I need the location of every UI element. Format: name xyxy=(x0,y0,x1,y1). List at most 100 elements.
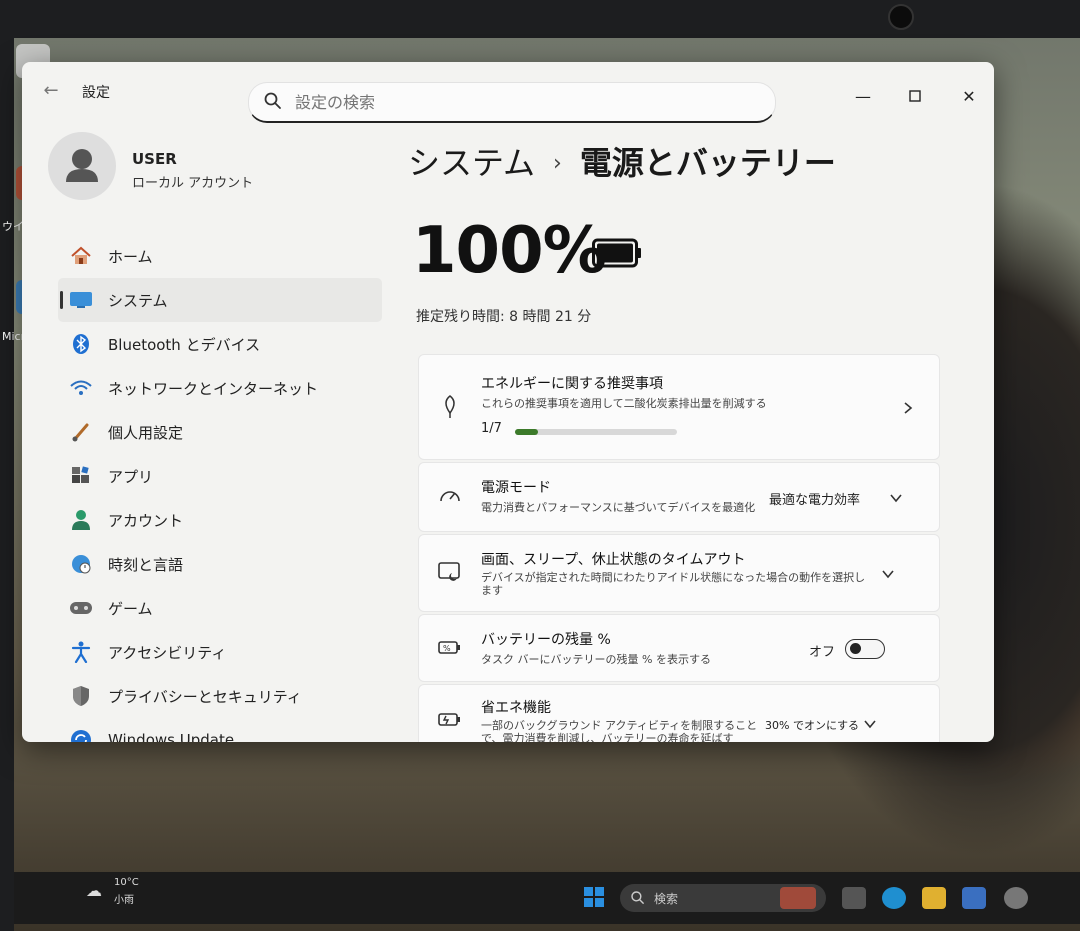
sidebar-item-label: アカウント xyxy=(108,511,184,530)
weather-temperature: 10°C xyxy=(114,877,139,888)
close-button[interactable]: ✕ xyxy=(956,84,982,110)
settings-search[interactable] xyxy=(248,82,776,123)
chevron-down-icon xyxy=(882,570,894,579)
windows-start-icon[interactable] xyxy=(583,886,605,908)
card-title: バッテリーの残量 % xyxy=(481,632,611,648)
sidebar-item-personalization[interactable]: 個人用設定 xyxy=(58,410,382,454)
sidebar-item-home[interactable]: ホーム xyxy=(58,234,382,278)
chevron-down-icon[interactable] xyxy=(863,717,877,731)
page-title: 電源とバッテリー xyxy=(579,144,836,182)
back-button[interactable]: ← xyxy=(40,80,62,102)
close-icon: ✕ xyxy=(962,87,976,106)
webcam xyxy=(888,4,914,30)
globe-clock-icon xyxy=(68,551,94,577)
brush-icon xyxy=(68,419,94,445)
maximize-button[interactable] xyxy=(902,84,928,110)
taskbar-search[interactable]: 検索 xyxy=(620,884,826,912)
power-mode-card: 電源モード 電力消費とパフォーマンスに基づいてデバイスを最適化 最適な電力効率 xyxy=(418,462,940,532)
toggle-knob xyxy=(850,643,861,654)
sidebar-item-time-language[interactable]: 時刻と言語 xyxy=(58,542,382,586)
bluetooth-icon xyxy=(68,331,94,357)
app-title: 設定 xyxy=(82,85,110,101)
sidebar-item-label: アクセシビリティ xyxy=(108,643,227,662)
sidebar-item-label: システム xyxy=(108,291,168,310)
edge-browser-icon[interactable] xyxy=(882,887,906,909)
avatar[interactable] xyxy=(48,132,116,200)
battery-icon xyxy=(592,238,641,268)
leaf-icon xyxy=(445,395,455,418)
chevron-right-icon xyxy=(904,402,913,414)
battery-percent-icon: % xyxy=(438,641,460,654)
sidebar-item-label: Bluetooth とデバイス xyxy=(108,335,261,354)
maximize-icon xyxy=(909,90,921,102)
sidebar-item-label: Windows Update xyxy=(108,731,235,742)
search-icon xyxy=(264,92,281,109)
sidebar-item-apps[interactable]: アプリ xyxy=(58,454,382,498)
sidebar-item-label: ネットワークとインターネット xyxy=(108,379,319,398)
card-title: エネルギーに関する推奨事項 xyxy=(481,376,663,392)
screen-bezel-top xyxy=(0,0,1080,38)
arrow-left-icon: ← xyxy=(43,80,59,101)
minimize-icon: — xyxy=(855,87,871,106)
shield-icon xyxy=(68,683,94,709)
energy-saver-card: 省エネ機能 一部のバックグラウンド アクティビティを制限することで、電力消費を削… xyxy=(418,684,940,742)
breadcrumb-parent[interactable]: システム xyxy=(408,144,535,182)
task-view-icon[interactable] xyxy=(842,887,866,909)
energy-saver-select[interactable]: 30% でオンにする xyxy=(765,717,859,733)
breadcrumb-separator: › xyxy=(553,151,562,176)
sidebar-item-label: 個人用設定 xyxy=(108,423,184,442)
energy-saver-icon xyxy=(438,713,460,726)
sidebar-item-label: アプリ xyxy=(108,467,154,486)
weather-condition: 小雨 xyxy=(114,895,134,906)
cloud-rain-icon: ☁ xyxy=(86,881,102,900)
card-title: 電源モード xyxy=(481,480,551,496)
battery-percentage: 100% xyxy=(412,214,607,288)
toggle-state-label: オフ xyxy=(809,645,836,660)
search-icon xyxy=(631,891,645,905)
minimize-button[interactable]: — xyxy=(850,84,876,110)
sidebar-item-system[interactable]: システム xyxy=(58,278,382,322)
sidebar-item-label: ホーム xyxy=(108,247,153,266)
screen-sleep-timeout-card[interactable]: 画面、スリープ、休止状態のタイムアウト デバイスが指定された時間にわたりアイドル… xyxy=(418,534,940,612)
battery-fill xyxy=(597,243,633,263)
home-icon xyxy=(68,243,94,269)
user-account-type: ローカル アカウント xyxy=(132,176,254,191)
card-title: 画面、スリープ、休止状態のタイムアウト xyxy=(481,552,746,568)
progress-label: 1/7 xyxy=(481,421,502,436)
user-icon xyxy=(66,149,98,182)
sidebar-item-gaming[interactable]: ゲーム xyxy=(58,586,382,630)
sidebar-item-accounts[interactable]: アカウント xyxy=(58,498,382,542)
search-highlight-icon xyxy=(780,887,816,909)
user-name: USER xyxy=(132,150,177,168)
sidebar-item-network[interactable]: ネットワークとインターネット xyxy=(58,366,382,410)
sidebar-item-accessibility[interactable]: アクセシビリティ xyxy=(58,630,382,674)
sidebar-item-label: ゲーム xyxy=(108,599,153,618)
person-icon xyxy=(68,507,94,533)
battery-percentage-toggle[interactable] xyxy=(845,639,885,659)
card-subtitle: これらの推奨事項を適用して二酸化炭素排出量を削減する xyxy=(481,397,767,410)
apps-icon xyxy=(68,463,94,489)
settings-gear-icon[interactable] xyxy=(1004,887,1028,909)
sidebar-item-privacy[interactable]: プライバシーとセキュリティ xyxy=(58,674,382,718)
screen-moon-icon xyxy=(438,562,460,581)
wifi-icon xyxy=(68,375,94,401)
gauge-icon xyxy=(440,491,460,502)
power-mode-select[interactable]: 最適な電力効率 xyxy=(769,489,860,508)
energy-recommendations-card[interactable]: エネルギーに関する推奨事項 これらの推奨事項を適用して二酸化炭素排出量を削減する… xyxy=(418,354,940,460)
search-input[interactable] xyxy=(293,89,757,115)
chevron-down-icon[interactable] xyxy=(889,491,903,505)
progress-fill xyxy=(515,429,538,435)
sidebar-item-windows-update[interactable]: Windows Update xyxy=(58,718,382,742)
settings-window: ← 設定 — ✕ USER ローカル アカウント ホーム xyxy=(22,62,994,742)
screen-bezel-left xyxy=(0,0,14,931)
gamepad-icon xyxy=(68,595,94,621)
monitor-icon xyxy=(68,287,94,313)
accessibility-icon xyxy=(68,639,94,665)
sidebar-item-bluetooth[interactable]: Bluetooth とデバイス xyxy=(58,322,382,366)
file-explorer-icon[interactable] xyxy=(922,887,946,909)
store-icon[interactable] xyxy=(962,887,986,909)
breadcrumb: システム › 電源とバッテリー xyxy=(408,138,836,184)
taskbar-search-label: 検索 xyxy=(654,892,679,906)
title-bar: ← 設定 — ✕ xyxy=(22,62,994,123)
progress-bar xyxy=(515,429,677,435)
